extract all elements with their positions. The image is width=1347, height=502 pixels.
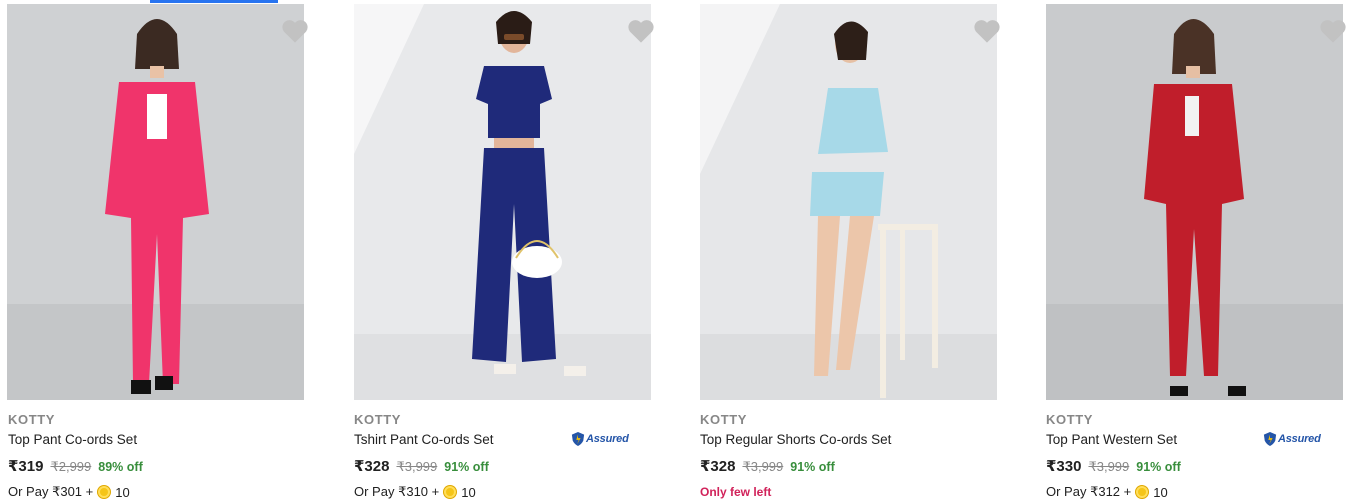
supercoin-icon — [1136, 486, 1149, 498]
selling-price: ₹319 — [8, 458, 44, 475]
product-image[interactable] — [1046, 4, 1343, 400]
discount-percent: 91% off — [790, 460, 835, 474]
original-price: ₹3,999 — [742, 459, 784, 474]
assured-label: Assured — [586, 433, 629, 445]
product-brand: KOTTY — [8, 412, 56, 427]
product-card[interactable]: KOTTY Top Pant Co-ords Set ₹319 ₹2,999 8… — [0, 0, 308, 502]
product-image[interactable] — [700, 4, 997, 400]
discount-percent: 91% off — [1136, 460, 1181, 474]
pay-text: Or Pay ₹301 + — [8, 484, 94, 499]
selling-price: ₹330 — [1046, 458, 1082, 475]
product-card[interactable]: KOTTY Top Pant Western Set Assured ₹330 … — [1039, 0, 1346, 502]
price-row: ₹330 ₹3,999 91% off — [1046, 457, 1181, 475]
product-title[interactable]: Top Pant Co-ords Set — [8, 432, 137, 447]
wishlist-heart-icon[interactable] — [1319, 18, 1347, 44]
price-row: ₹328 ₹3,999 91% off — [700, 457, 835, 475]
product-card[interactable]: KOTTY Tshirt Pant Co-ords Set Assured ₹3… — [353, 0, 655, 502]
supercoin-icon — [98, 486, 111, 498]
discount-percent: 91% off — [444, 460, 489, 474]
product-grid: KOTTY Top Pant Co-ords Set ₹319 ₹2,999 8… — [0, 0, 1347, 502]
product-card[interactable]: KOTTY Top Regular Shorts Co-ords Set ₹32… — [699, 0, 1001, 502]
assured-badge: Assured — [571, 430, 629, 448]
selling-price: ₹328 — [354, 458, 390, 475]
product-image[interactable] — [354, 4, 651, 400]
selling-price: ₹328 — [700, 458, 736, 475]
original-price: ₹3,999 — [396, 459, 438, 474]
supercoin-offer: Or Pay ₹312 + 10 — [1046, 484, 1168, 500]
assured-badge-icon — [571, 432, 585, 446]
assured-badge: Assured — [1263, 430, 1321, 448]
coin-count: 10 — [115, 484, 130, 500]
product-image[interactable] — [7, 4, 304, 400]
wishlist-heart-icon[interactable] — [281, 18, 309, 44]
product-title[interactable]: Top Regular Shorts Co-ords Set — [700, 432, 891, 447]
supercoin-icon — [444, 486, 457, 498]
wishlist-heart-icon[interactable] — [973, 18, 1001, 44]
discount-percent: 89% off — [98, 460, 143, 474]
pay-text: Or Pay ₹312 + — [1046, 484, 1132, 499]
original-price: ₹3,999 — [1088, 459, 1130, 474]
assured-badge-icon — [1263, 432, 1277, 446]
supercoin-offer: Or Pay ₹301 + 10 — [8, 484, 130, 500]
original-price: ₹2,999 — [50, 459, 92, 474]
stock-status: Only few left — [700, 485, 772, 499]
product-brand: KOTTY — [354, 412, 402, 427]
assured-label: Assured — [1278, 433, 1321, 445]
pay-text: Or Pay ₹310 + — [354, 484, 440, 499]
coin-count: 10 — [1153, 484, 1168, 500]
price-row: ₹319 ₹2,999 89% off — [8, 457, 143, 475]
supercoin-offer: Or Pay ₹310 + 10 — [354, 484, 476, 500]
wishlist-heart-icon[interactable] — [627, 18, 655, 44]
product-title[interactable]: Tshirt Pant Co-ords Set — [354, 432, 494, 447]
price-row: ₹328 ₹3,999 91% off — [354, 457, 489, 475]
product-title[interactable]: Top Pant Western Set — [1046, 432, 1177, 447]
product-brand: KOTTY — [700, 412, 748, 427]
product-brand: KOTTY — [1046, 412, 1094, 427]
coin-count: 10 — [461, 484, 476, 500]
